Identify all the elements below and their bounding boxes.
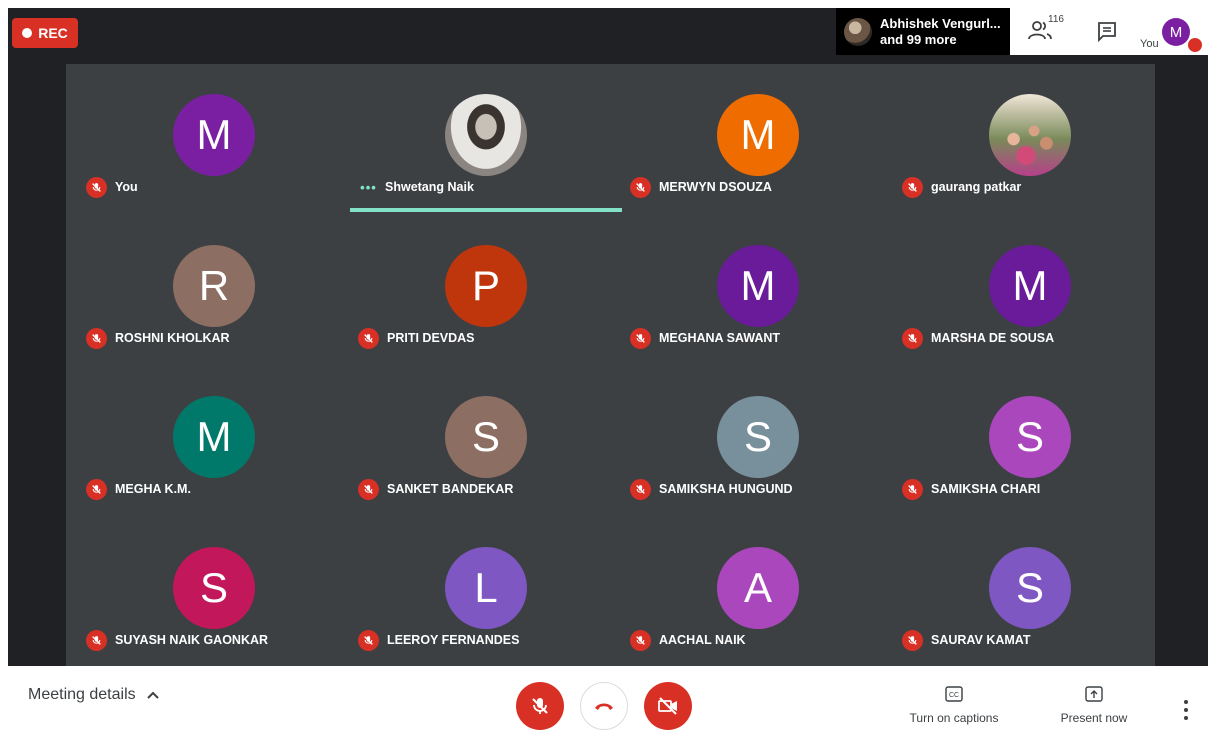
mic-off-icon (86, 478, 107, 500)
mic-off-icon (902, 327, 923, 349)
participant-avatar: M (717, 94, 799, 176)
participant-avatar: M (717, 245, 799, 327)
participant-name: PRITI DEVDAS (387, 331, 475, 345)
participant-avatar: M (173, 396, 255, 478)
participant-tile[interactable]: S SANKET BANDEKAR (350, 386, 622, 536)
mic-off-icon (358, 327, 379, 349)
camera-toggle-button[interactable] (644, 682, 692, 730)
closed-caption-icon: CC (945, 686, 963, 702)
participant-name: gaurang patkar (931, 180, 1022, 194)
mic-off-icon (358, 478, 379, 500)
participant-tile[interactable]: S SAMIKSHA HUNGUND (622, 386, 894, 536)
participant-name: SAMIKSHA HUNGUND (659, 482, 793, 496)
participant-name: Shwetang Naik (385, 180, 474, 194)
participant-name: You (115, 180, 138, 194)
mic-off-icon (630, 327, 651, 349)
meeting-stage: M You ••• Shwetang Naik M MERWYN DSOUZA gauran… (8, 8, 1208, 666)
mic-off-icon (902, 176, 923, 198)
active-speaker-avatar (844, 17, 872, 46)
mic-off-icon (532, 698, 548, 714)
mic-off-icon (630, 478, 651, 500)
participant-tile[interactable]: M MEGHANA SAWANT (622, 235, 894, 385)
speaking-bar (350, 208, 622, 212)
participant-tile[interactable]: M MEGHA K.M. (78, 386, 350, 536)
top-right-toolbar: 116 You M (1010, 8, 1208, 55)
recording-badge: REC (12, 18, 78, 48)
self-label: You (1140, 38, 1159, 50)
active-speaker-more: and 99 more (880, 31, 957, 47)
participant-name: ROSHNI KHOLKAR (115, 331, 230, 345)
self-muted-icon (1188, 38, 1202, 52)
participant-grid: M You ••• Shwetang Naik M MERWYN DSOUZA gauran… (66, 64, 1155, 666)
participant-tile[interactable]: L LEEROY FERNANDES (350, 537, 622, 666)
speaking-indicator-icon: ••• (360, 179, 377, 195)
meeting-details-button[interactable]: Meeting details (28, 686, 160, 704)
call-end-icon (595, 703, 613, 710)
participant-tile[interactable]: gaurang patkar (894, 84, 1166, 234)
mic-off-icon (86, 629, 107, 651)
record-dot-icon (22, 28, 33, 38)
captions-label: Turn on captions (909, 711, 999, 725)
participant-count: 116 (1048, 14, 1064, 25)
participant-name: AACHAL NAIK (659, 633, 746, 647)
self-avatar[interactable]: M (1162, 18, 1190, 46)
participant-avatar: S (445, 396, 527, 478)
participant-tile[interactable]: S SAMIKSHA CHARI (894, 386, 1166, 536)
chat-icon[interactable] (1096, 20, 1118, 42)
present-button[interactable]: Present now (1052, 686, 1136, 725)
participant-name: LEEROY FERNANDES (387, 633, 520, 647)
participant-tile[interactable]: M You (78, 84, 350, 234)
more-options-icon[interactable] (1178, 700, 1194, 720)
mic-off-icon (86, 176, 107, 198)
participant-tile[interactable]: M MARSHA DE SOUSA (894, 235, 1166, 385)
participant-avatar: S (989, 547, 1071, 629)
participant-tile[interactable]: A AACHAL NAIK (622, 537, 894, 666)
svg-text:CC: CC (949, 692, 959, 699)
chevron-up-icon (146, 691, 159, 699)
present-label: Present now (1060, 711, 1128, 725)
participant-name: SAURAV KAMAT (931, 633, 1031, 647)
mic-off-icon (358, 629, 379, 651)
participant-avatar (989, 94, 1071, 176)
meeting-details-label: Meeting details (28, 686, 136, 703)
participant-name: MARSHA DE SOUSA (931, 331, 1055, 345)
recording-label: REC (38, 25, 68, 41)
participant-name: SAMIKSHA CHARI (931, 482, 1041, 496)
participant-tile[interactable]: R ROSHNI KHOLKAR (78, 235, 350, 385)
mic-off-icon (902, 629, 923, 651)
participant-name: SUYASH NAIK GAONKAR (115, 633, 269, 647)
participant-name: SANKET BANDEKAR (387, 482, 514, 496)
active-speaker-name: Abhishek Vengurl... (880, 15, 1001, 31)
participant-avatar: S (717, 396, 799, 478)
participant-tile[interactable]: S SUYASH NAIK GAONKAR (78, 537, 350, 666)
participant-avatar: M (173, 94, 255, 176)
participant-avatar: M (989, 245, 1071, 327)
participant-avatar (445, 94, 527, 176)
participant-avatar: R (173, 245, 255, 327)
participant-avatar: S (173, 547, 255, 629)
active-speaker-indicator[interactable]: Abhishek Vengurl... and 99 more (836, 8, 1010, 55)
leave-call-button[interactable] (580, 682, 628, 730)
mic-off-icon (630, 176, 651, 198)
mic-off-icon (902, 478, 923, 500)
mic-off-icon (630, 629, 651, 651)
participant-tile[interactable]: P PRITI DEVDAS (350, 235, 622, 385)
participant-tile[interactable]: M MERWYN DSOUZA (622, 84, 894, 234)
participant-name: MEGHANA SAWANT (659, 331, 781, 345)
participant-avatar: A (717, 547, 799, 629)
participant-name: MEGHA K.M. (115, 482, 191, 496)
mic-toggle-button[interactable] (516, 682, 564, 730)
mic-off-icon (86, 327, 107, 349)
captions-button[interactable]: CC Turn on captions (904, 686, 1004, 725)
participant-tile[interactable]: S SAURAV KAMAT (894, 537, 1166, 666)
bottom-bar: Meeting details CC Turn on captions Pres… (0, 666, 1208, 733)
participant-avatar: P (445, 245, 527, 327)
videocam-off-icon (658, 697, 677, 715)
participant-tile[interactable]: ••• Shwetang Naik (350, 84, 622, 234)
participant-avatar: L (445, 547, 527, 629)
participant-name: MERWYN DSOUZA (659, 180, 772, 194)
participant-avatar: S (989, 396, 1071, 478)
present-to-all-icon (1085, 686, 1103, 702)
